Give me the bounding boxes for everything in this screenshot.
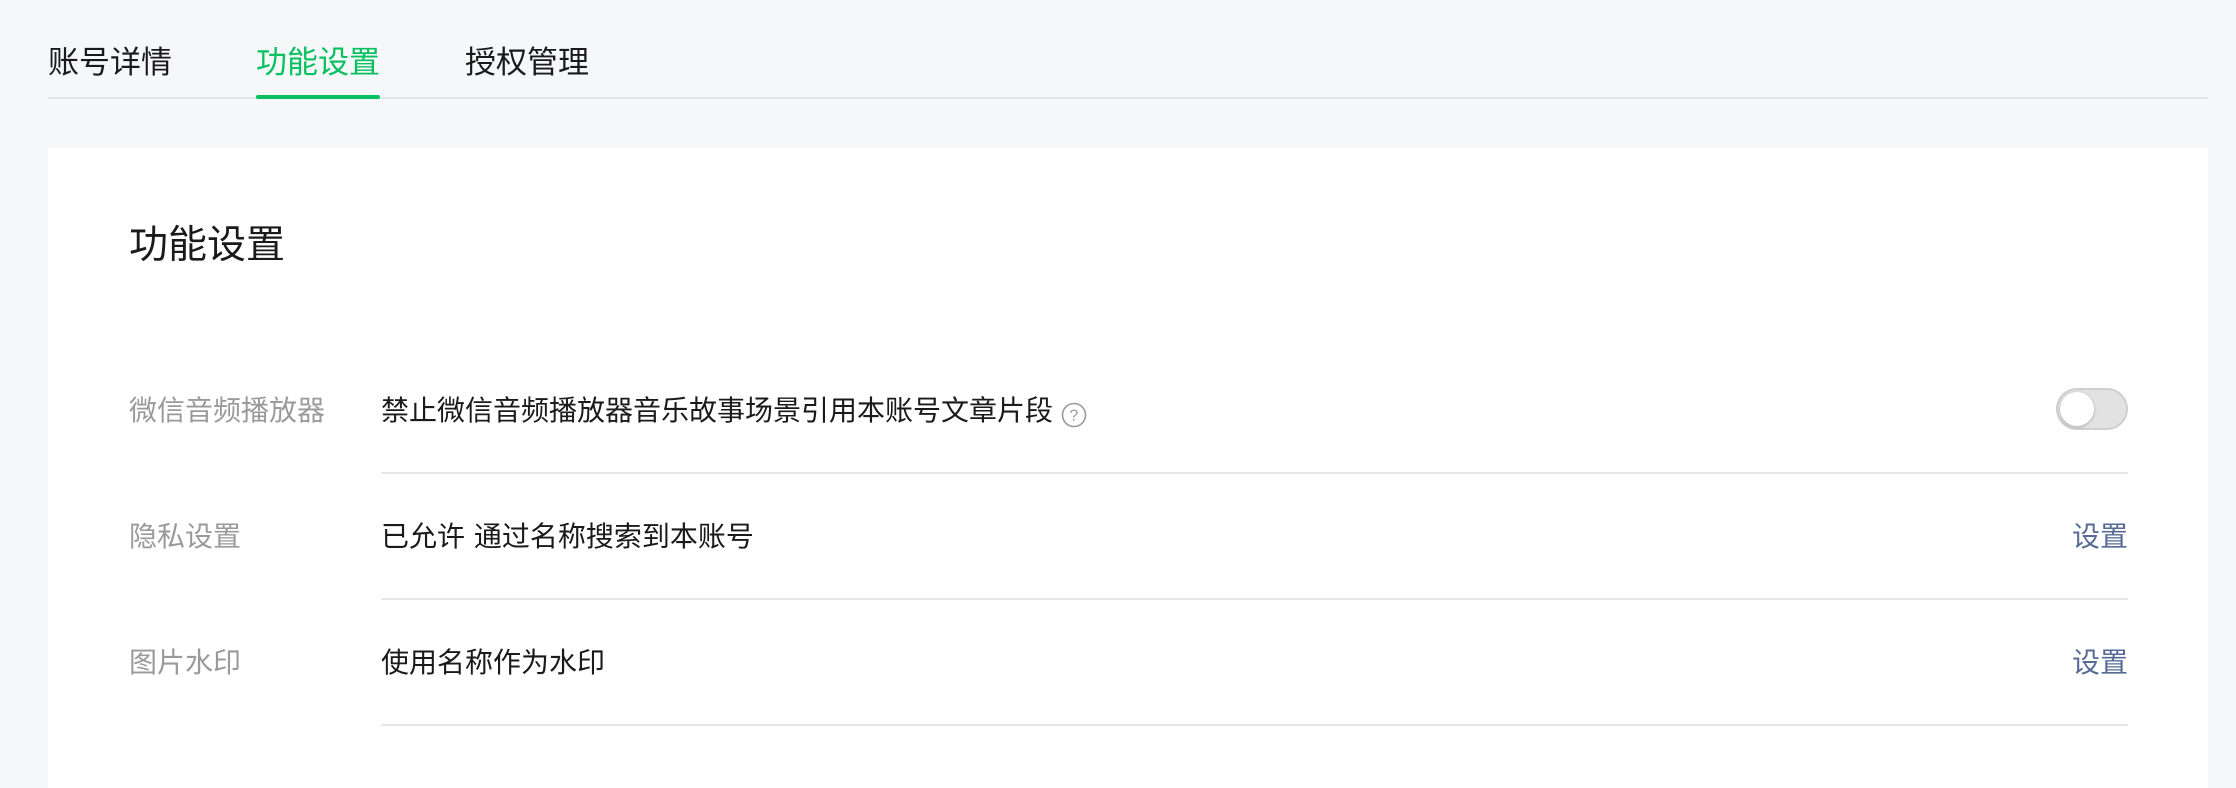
tab-authorization-management[interactable]: 授权管理 — [465, 38, 589, 88]
card-title: 功能设置 — [129, 223, 286, 268]
setting-row-audio-player: 微信音频播放器 禁止微信音频播放器音乐故事场景引用本账号文章片段 ? — [48, 348, 2208, 474]
row-divider — [381, 724, 2128, 726]
setting-label: 图片水印 — [129, 646, 242, 679]
setting-value-container: 禁止微信音频播放器音乐故事场景引用本账号文章片段 ? — [381, 390, 1087, 432]
setting-row-watermark: 图片水印 使用名称作为水印 设置 — [48, 600, 2208, 726]
svg-text:?: ? — [1070, 408, 1079, 425]
settings-card: 功能设置 微信音频播放器 禁止微信音频播放器音乐故事场景引用本账号文章片段 ? … — [48, 148, 2208, 788]
watermark-settings-link[interactable]: 设置 — [2072, 642, 2128, 684]
tab-bar: 账号详情 功能设置 授权管理 — [48, 0, 2208, 99]
setting-value: 使用名称作为水印 — [381, 646, 606, 679]
tab-function-settings[interactable]: 功能设置 — [256, 38, 380, 99]
setting-value: 禁止微信音频播放器音乐故事场景引用本账号文章片段 — [381, 394, 1054, 427]
setting-row-privacy: 隐私设置 已允许 通过名称搜索到本账号 设置 — [48, 474, 2208, 600]
setting-label: 微信音频播放器 — [129, 394, 326, 427]
setting-value: 已允许 通过名称搜索到本账号 — [381, 520, 754, 553]
tab-account-details[interactable]: 账号详情 — [48, 38, 172, 88]
toggle-knob — [2060, 392, 2094, 426]
question-circle-icon[interactable]: ? — [1061, 398, 1087, 428]
audio-player-toggle[interactable] — [2056, 388, 2128, 430]
privacy-settings-link[interactable]: 设置 — [2072, 516, 2128, 558]
setting-label: 隐私设置 — [129, 520, 242, 553]
